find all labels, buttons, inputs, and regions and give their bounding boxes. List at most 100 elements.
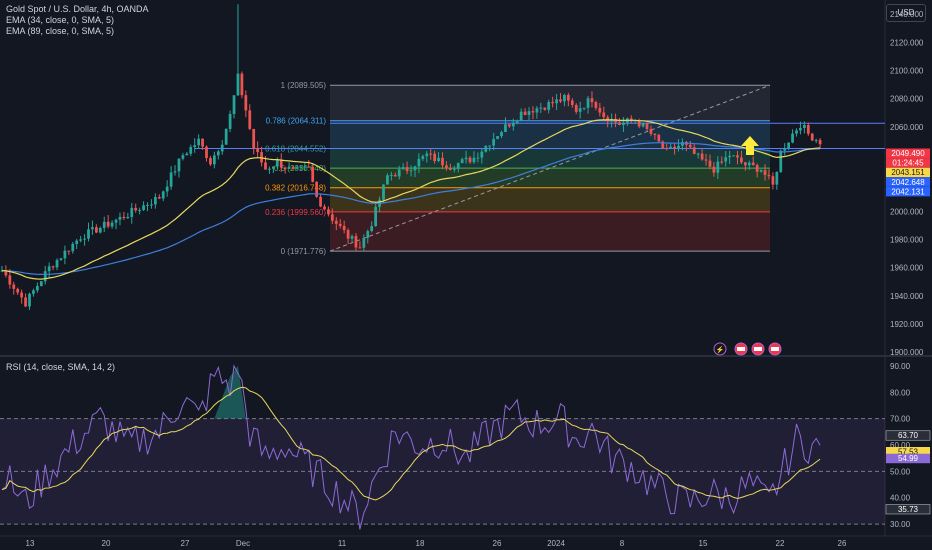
candle-body bbox=[802, 125, 806, 129]
candle-body bbox=[327, 209, 330, 215]
time-tick-label: 11 bbox=[338, 539, 347, 548]
fib-label-0.236: 0.236 (1999.560) bbox=[265, 208, 326, 217]
candle-body bbox=[114, 219, 118, 223]
time-axis: 13 20 27 Dec 11 18 26 2024 8 15 22 26 bbox=[26, 539, 847, 548]
candle-body bbox=[488, 145, 492, 147]
candle-body bbox=[197, 138, 201, 146]
candle-body bbox=[228, 113, 232, 129]
candle-body bbox=[665, 147, 669, 149]
candle-body bbox=[515, 120, 519, 123]
candle-body bbox=[51, 266, 55, 268]
time-tick-label: 18 bbox=[416, 539, 425, 548]
candle-body bbox=[189, 147, 193, 154]
candle-body bbox=[692, 147, 696, 154]
candle-body bbox=[209, 158, 212, 165]
candle-body bbox=[205, 146, 208, 159]
candle-body bbox=[275, 159, 279, 167]
candle-body bbox=[751, 162, 755, 166]
candle-body bbox=[523, 111, 527, 116]
price-tick-label: 2000.000 bbox=[890, 207, 924, 216]
candle-body bbox=[590, 98, 594, 103]
candle-body bbox=[496, 136, 499, 140]
candle-body bbox=[649, 128, 653, 134]
candle-body bbox=[433, 153, 437, 162]
candle-body bbox=[252, 128, 256, 149]
candle-body bbox=[126, 216, 130, 219]
candle-body bbox=[582, 107, 586, 109]
rsi-pane: 90.0080.0070.0060.0050.0040.0030.0063.70… bbox=[0, 362, 931, 530]
candle-body bbox=[519, 111, 523, 121]
candle-body bbox=[98, 227, 102, 233]
candle-body bbox=[12, 284, 16, 289]
candle-body bbox=[618, 122, 621, 126]
candle-body bbox=[559, 99, 562, 102]
candle-body bbox=[413, 166, 417, 171]
candle-body bbox=[35, 286, 39, 291]
rsi-legend: RSI (14, close, SMA, 14, 2) bbox=[6, 362, 116, 372]
candle-body bbox=[551, 102, 555, 104]
candle-body bbox=[330, 214, 334, 221]
time-tick-label: 8 bbox=[620, 539, 625, 548]
candle-body bbox=[783, 148, 787, 151]
rsi-label-text: 54.99 bbox=[898, 454, 919, 463]
candle-body bbox=[755, 165, 759, 172]
candle-body bbox=[374, 206, 378, 227]
candle-body bbox=[94, 227, 98, 233]
price-label-text: 2049.490 bbox=[891, 149, 925, 158]
candle-body bbox=[743, 162, 747, 166]
price-tick-label: 2100.000 bbox=[890, 66, 924, 75]
fib-zone-0.618 bbox=[330, 148, 770, 169]
candle-body bbox=[586, 98, 590, 108]
candle-body bbox=[28, 293, 31, 307]
candle-body bbox=[437, 157, 440, 162]
candle-body bbox=[283, 167, 287, 169]
fib-zone-0.382 bbox=[330, 187, 770, 212]
candle-body bbox=[452, 168, 456, 170]
candle-body bbox=[484, 145, 488, 152]
candle-body bbox=[244, 95, 248, 111]
candle-body bbox=[425, 153, 429, 157]
candle-body bbox=[480, 151, 484, 158]
candle-body bbox=[759, 170, 763, 172]
candle-body bbox=[71, 243, 75, 252]
candle-body bbox=[696, 153, 700, 155]
candle-body bbox=[688, 144, 692, 148]
fib-label-0: 0 (1971.776) bbox=[281, 247, 327, 256]
rsi-tick-label: 50.00 bbox=[890, 467, 911, 476]
candle-body bbox=[153, 197, 157, 205]
time-tick-label: 15 bbox=[699, 539, 708, 548]
candle-body bbox=[8, 275, 12, 285]
candle-body bbox=[130, 207, 134, 217]
candle-body bbox=[122, 216, 126, 219]
rsi-label-text: 35.73 bbox=[898, 505, 919, 514]
rsi-tick-label: 40.00 bbox=[890, 494, 911, 503]
candle-body bbox=[173, 171, 177, 173]
currency-button[interactable]: USD bbox=[886, 4, 926, 22]
candle-body bbox=[645, 123, 649, 129]
candle-body bbox=[555, 99, 558, 104]
us-flag-stripe bbox=[754, 347, 762, 351]
time-tick-label: 2024 bbox=[547, 539, 565, 548]
candle-body bbox=[401, 167, 405, 170]
candle-body bbox=[303, 166, 307, 168]
candle-body bbox=[472, 157, 476, 163]
candle-body bbox=[295, 167, 299, 169]
chart-svg[interactable]: 1 (2089.505)0.786 (2064.311)0.618 (2044.… bbox=[0, 0, 932, 550]
candle-body bbox=[622, 122, 625, 126]
candle-body bbox=[75, 240, 79, 244]
event-icons: ⚡ bbox=[713, 342, 782, 356]
candle-body bbox=[110, 222, 114, 227]
candle-body bbox=[818, 139, 822, 145]
candle-body bbox=[806, 125, 810, 134]
candle-body bbox=[334, 220, 338, 224]
fib-label-1: 1 (2089.505) bbox=[281, 81, 327, 90]
candle-body bbox=[346, 230, 350, 239]
candle-body bbox=[602, 112, 606, 118]
candle-body bbox=[20, 292, 24, 298]
candle-body bbox=[382, 184, 385, 200]
candle-body bbox=[165, 186, 169, 192]
time-tick-label: 26 bbox=[838, 539, 847, 548]
candle-body bbox=[24, 297, 27, 307]
fib-zone-0.236 bbox=[330, 211, 770, 252]
candle-body bbox=[409, 170, 413, 172]
